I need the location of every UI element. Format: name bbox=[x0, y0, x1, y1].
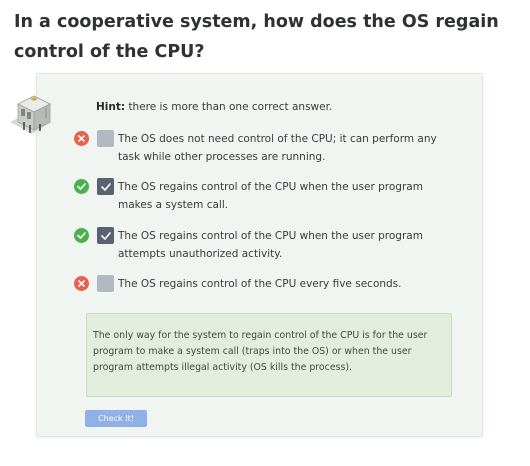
x-circle-icon bbox=[74, 276, 89, 291]
answer-text-1: The OS does not need control of the CPU;… bbox=[118, 133, 437, 163]
robot-character-icon bbox=[6, 92, 56, 138]
check-circle-icon bbox=[74, 179, 89, 194]
checkmark-icon bbox=[100, 231, 111, 240]
check-it-button[interactable]: Check It! bbox=[85, 410, 147, 427]
answer-checkbox-2[interactable] bbox=[97, 178, 114, 195]
hint-text: Hint: there is more than one correct ans… bbox=[96, 100, 332, 115]
checkmark-icon bbox=[100, 182, 111, 191]
answer-option-4[interactable]: The OS regains control of the CPU every … bbox=[74, 275, 474, 311]
x-circle-icon bbox=[74, 131, 89, 146]
answer-checkbox-1[interactable] bbox=[97, 130, 114, 147]
answer-option-3[interactable]: The OS regains control of the CPU when t… bbox=[74, 227, 474, 263]
check-circle-icon bbox=[74, 228, 89, 243]
quiz-page: In a cooperative system, how does the OS… bbox=[0, 0, 530, 466]
question-title: In a cooperative system, how does the OS… bbox=[14, 12, 499, 62]
answer-checkbox-4[interactable] bbox=[97, 275, 114, 292]
answer-checkbox-3[interactable] bbox=[97, 227, 114, 244]
answer-option-2[interactable]: The OS regains control of the CPU when t… bbox=[74, 178, 474, 214]
hint-label: Hint: bbox=[96, 101, 126, 113]
answer-option-1[interactable]: The OS does not need control of the CPU;… bbox=[74, 130, 474, 166]
explanation-text: The only way for the system to regain co… bbox=[93, 330, 428, 373]
explanation-box: The only way for the system to regain co… bbox=[86, 313, 452, 397]
answer-text-4: The OS regains control of the CPU every … bbox=[118, 278, 402, 290]
answer-text-2: The OS regains control of the CPU when t… bbox=[118, 181, 423, 211]
answer-text-3: The OS regains control of the CPU when t… bbox=[118, 230, 423, 260]
hint-body: there is more than one correct answer. bbox=[128, 101, 333, 113]
